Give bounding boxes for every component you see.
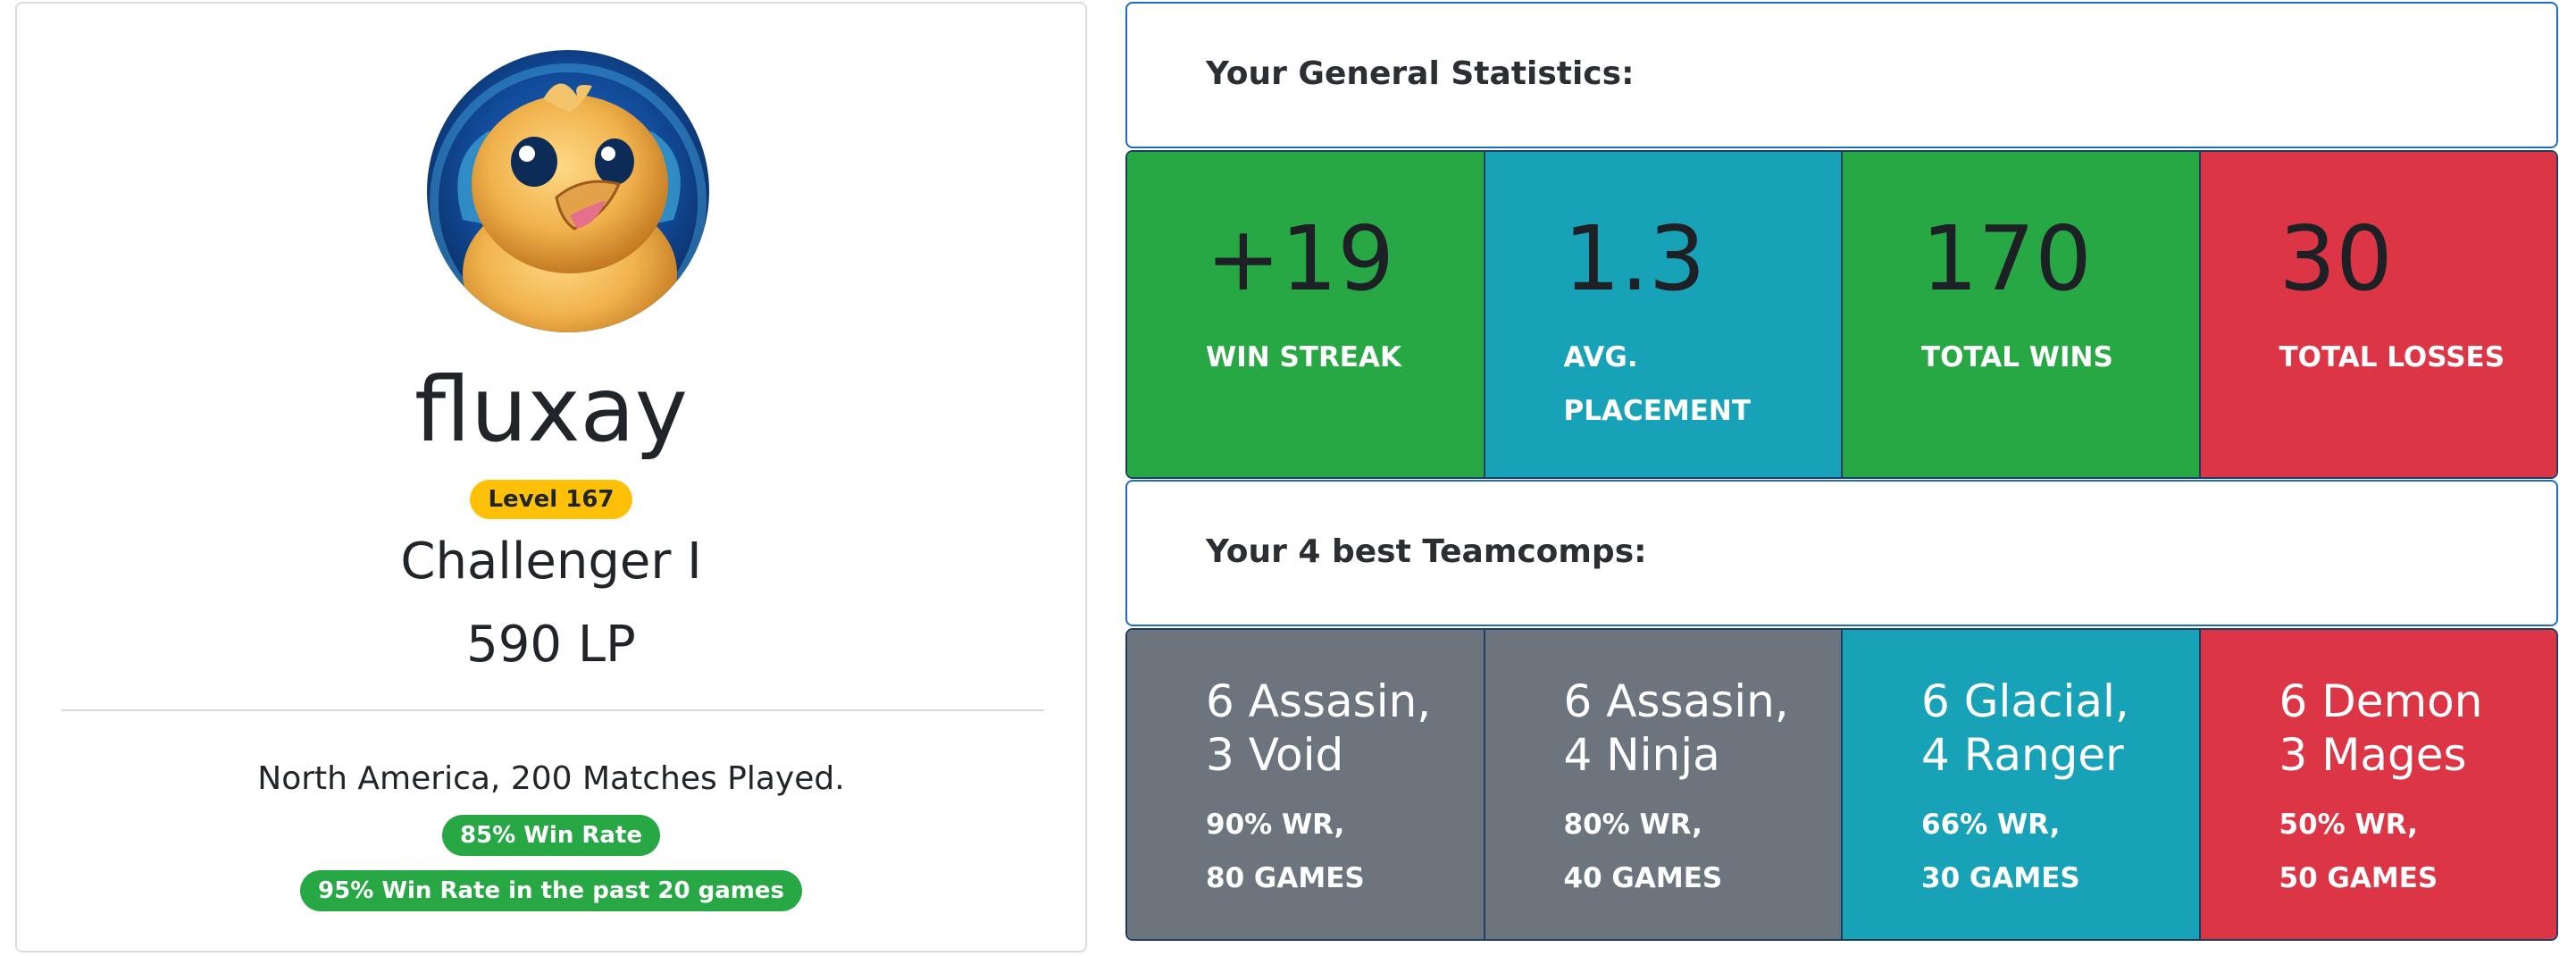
win-rate-badge-wrap: 85% Win Rate xyxy=(17,815,1085,856)
recent-win-rate-badge-wrap: 95% Win Rate in the past 20 games xyxy=(17,870,1085,911)
rank-label: Challenger I xyxy=(400,533,702,591)
divider xyxy=(62,709,1044,711)
teamcomp-name-line1: 6 Assasin, xyxy=(1206,675,1432,727)
general-stats-tiles: +19 WIN STREAK 1.3 AVG. PLACEMENT 170 TO… xyxy=(1125,150,2558,479)
teamcomp-games: 50 GAMES xyxy=(2279,862,2438,894)
stat-label-line1: TOTAL LOSSES xyxy=(2279,341,2505,373)
teamcomp-winrate: 66% WR, xyxy=(1921,809,2061,841)
teamcomps-title: Your 4 best Teamcomps: xyxy=(1206,533,1647,570)
stat-label-line1: TOTAL WINS xyxy=(1921,341,2113,373)
teamcomp-name: 6 Glacial, 4 Ranger xyxy=(1921,675,2225,782)
stat-label: WIN STREAK xyxy=(1206,331,1401,384)
stat-value: 1.3 xyxy=(1563,206,1706,311)
level-badge-wrap: Level 167 xyxy=(17,480,1085,519)
recent-win-rate-badge: 95% Win Rate in the past 20 games xyxy=(300,870,802,911)
stat-label-line1: WIN STREAK xyxy=(1206,341,1401,373)
teamcomp-stats: 90% WR, 80 GAMES xyxy=(1206,798,1510,905)
avatar[interactable] xyxy=(427,50,709,332)
teamcomp-winrate: 50% WR, xyxy=(2279,809,2418,841)
teamcomp-name-line2: 4 Ranger xyxy=(1921,729,2124,781)
teamcomp-tile[interactable]: 6 Glacial, 4 Ranger 66% WR, 30 GAMES xyxy=(1843,630,2201,939)
teamcomp-name-line2: 3 Void xyxy=(1206,729,1344,781)
teamcomp-tile[interactable]: 6 Assasin, 3 Void 90% WR, 80 GAMES xyxy=(1127,630,1485,939)
teamcomp-name-line1: 6 Glacial, xyxy=(1921,675,2129,727)
teamcomp-name: 6 Assasin, 3 Void xyxy=(1206,675,1510,782)
stat-tile-total-wins: 170 TOTAL WINS xyxy=(1843,152,2201,477)
region-matches-text: North America, 200 Matches Played. xyxy=(257,760,845,797)
teamcomp-games: 30 GAMES xyxy=(1921,862,2080,894)
teamcomp-name-line1: 6 Assasin, xyxy=(1563,675,1789,727)
teamcomp-stats: 66% WR, 30 GAMES xyxy=(1921,798,2225,905)
stat-tile-win-streak: +19 WIN STREAK xyxy=(1127,152,1485,477)
stat-label-line2: PLACEMENT xyxy=(1563,395,1752,427)
stat-label: TOTAL LOSSES xyxy=(2279,331,2505,384)
teamcomp-name-line2: 3 Mages xyxy=(2279,729,2467,781)
teamcomp-name-line2: 4 Ninja xyxy=(1563,729,1720,781)
stat-tile-avg-placement: 1.3 AVG. PLACEMENT xyxy=(1485,152,1843,477)
general-stats-title: Your General Statistics: xyxy=(1206,55,1635,92)
teamcomp-winrate: 80% WR, xyxy=(1563,809,1702,841)
username: fluxay xyxy=(414,357,688,462)
teamcomp-tile[interactable]: 6 Assasin, 4 Ninja 80% WR, 40 GAMES xyxy=(1485,630,1843,939)
teamcomp-winrate: 90% WR, xyxy=(1206,809,1345,841)
stat-label-line1: AVG. xyxy=(1563,341,1638,373)
profile-card: fluxay Level 167 Challenger I 590 LP Nor… xyxy=(15,2,1087,952)
teamcomp-name: 6 Assasin, 4 Ninja xyxy=(1564,675,1868,782)
stat-value: +19 xyxy=(1206,206,1395,311)
teamcomp-games: 80 GAMES xyxy=(1206,862,1365,894)
teamcomp-games: 40 GAMES xyxy=(1563,862,1723,894)
stat-label: AVG. PLACEMENT xyxy=(1564,331,1752,438)
teamcomp-stats: 50% WR, 50 GAMES xyxy=(2279,798,2557,905)
stat-tile-total-losses: 30 TOTAL LOSSES xyxy=(2200,152,2556,477)
teamcomp-name-line1: 6 Demon xyxy=(2279,675,2483,727)
stat-value: 30 xyxy=(2279,206,2393,311)
teamcomp-stats: 80% WR, 40 GAMES xyxy=(1564,798,1868,905)
stat-label: TOTAL WINS xyxy=(1921,331,2113,384)
teamcomp-tile[interactable]: 6 Demon 3 Mages 50% WR, 50 GAMES xyxy=(2200,630,2557,939)
level-badge: Level 167 xyxy=(470,480,632,519)
lp-label: 590 LP xyxy=(466,616,636,674)
stat-value: 170 xyxy=(1921,206,2092,311)
teamcomps-tiles: 6 Assasin, 3 Void 90% WR, 80 GAMES 6 Ass… xyxy=(1125,628,2558,941)
teamcomps-header: Your 4 best Teamcomps: xyxy=(1125,480,2558,626)
teamcomp-name: 6 Demon 3 Mages xyxy=(2279,675,2557,782)
general-stats-header: Your General Statistics: xyxy=(1125,2,2558,148)
win-rate-badge: 85% Win Rate xyxy=(441,815,661,856)
baby-bird-avatar-icon xyxy=(427,50,709,332)
